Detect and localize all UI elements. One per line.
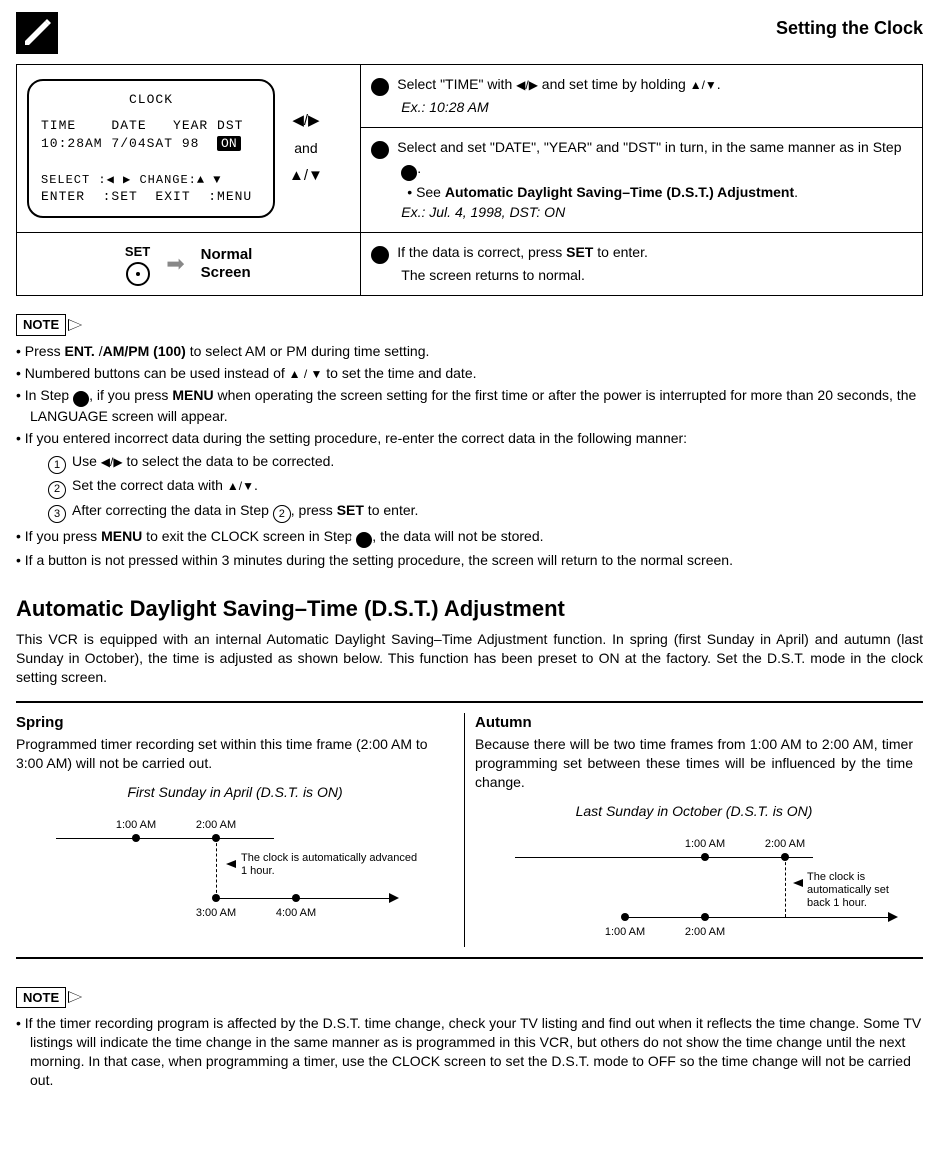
page-title: Setting the Clock [776,16,923,40]
step-3-marker: 3 [371,78,389,96]
substep-2-ref: 2 [273,505,291,523]
spring-text: Programmed timer recording set within th… [16,735,454,773]
osd-help-2: ENTER :SET EXIT :MENU [41,188,261,206]
dst-heading: Automatic Daylight Saving–Time (D.S.T.) … [16,594,923,624]
normal-screen-label: Normal Screen [201,246,253,282]
note-item: If you press MENU to exit the CLOCK scre… [16,527,923,548]
spring-diagram: 1:00 AM 2:00 AM 3:00 AM 4:00 AM The cloc… [16,808,454,928]
procedure-table: CLOCK TIME DATE YEAR DST 10:28AM 7/04SAT… [16,64,923,296]
osd-header-row: TIME DATE YEAR DST [41,117,261,135]
step-4-cell: 4Select and set "DATE", "YEAR" and "DST"… [361,127,923,232]
note-item: Numbered buttons can be used instead of … [16,364,923,383]
step-1-ref: 1 [73,391,89,407]
substep-1-marker: 1 [48,456,66,474]
page-header: Setting the Clock [16,12,923,54]
up-down-icon: ▲/▼ [227,479,254,493]
note-item: Press ENT. /AM/PM (100) to select AM or … [16,342,923,361]
left-right-icon: ◀/▶ [289,111,323,131]
note-item: If a button is not pressed within 3 minu… [16,551,923,570]
button-icon [126,262,150,286]
dst-columns: Spring Programmed timer recording set wi… [16,713,923,947]
divider [16,957,923,959]
substep-2-marker: 2 [48,481,66,499]
autumn-diagram: 1:00 AM 2:00 AM 1:00 AM 2:00 AM The cloc… [475,827,913,947]
note-arrow-icon [68,319,82,331]
step-3-ref: 3 [401,165,417,181]
step-5-cell: 5If the data is correct, press SET to en… [361,233,923,296]
autumn-text: Because there will be two time frames fr… [475,735,913,792]
up-down-icon: ▲ / ▼ [289,367,323,381]
arrow-right-icon: ➡ [166,249,184,279]
up-down-icon: ▲/▼ [289,166,323,186]
left-right-icon: ◀/▶ [101,455,123,469]
set-button-graphic: SET [125,243,150,287]
set-label: SET [125,243,150,261]
set-cell: SET ➡ Normal Screen [17,233,361,296]
step-5-marker: 5 [371,246,389,264]
osd-help-1: SELECT :◀ ▶ CHANGE:▲ ▼ [41,172,261,188]
step-3-example: Ex.: 10:28 AM [371,98,912,117]
osd-cell: CLOCK TIME DATE YEAR DST 10:28AM 7/04SAT… [17,65,361,233]
notes-list-2: If the timer recording program is affect… [16,1014,923,1090]
note-item: If the timer recording program is affect… [16,1014,923,1090]
notes-list-1: Press ENT. /AM/PM (100) to select AM or … [16,342,923,571]
side-controls: ◀/▶ and ▲/▼ [289,111,323,186]
step-5-ref: 5 [356,532,372,548]
dst-spring-col: Spring Programmed timer recording set wi… [16,713,465,947]
dst-intro: This VCR is equipped with an internal Au… [16,630,923,687]
spring-diagram-title: First Sunday in April (D.S.T. is ON) [16,783,454,802]
note-item: If you entered incorrect data during the… [16,429,923,523]
step-5-line2: The screen returns to normal. [371,266,912,285]
and-label: and [289,139,323,158]
up-down-icon: ▲/▼ [690,78,717,92]
note-tag-1: NOTE [16,314,923,336]
osd-title: CLOCK [41,91,261,109]
substep-3-marker: 3 [48,505,66,523]
note-tag-2: NOTE [16,987,923,1009]
autumn-heading: Autumn [475,713,913,733]
dst-autumn-col: Autumn Because there will be two time fr… [465,713,923,947]
step-4-example: Ex.: Jul. 4, 1998, DST: ON [371,203,912,222]
osd-dst-on: ON [217,136,241,151]
left-right-icon: ◀/▶ [516,78,538,92]
step-4-subnote: See Automatic Daylight Saving–Time (D.S.… [371,183,912,202]
autumn-diagram-title: Last Sunday in October (D.S.T. is ON) [475,802,913,821]
spring-heading: Spring [16,713,454,733]
step-4-marker: 4 [371,141,389,159]
osd-screen: CLOCK TIME DATE YEAR DST 10:28AM 7/04SAT… [27,79,275,217]
note-item: In Step 1, if you press MENU when operat… [16,386,923,426]
pencil-icon [16,12,58,54]
note-arrow-icon [68,991,82,1003]
step-3-cell: 3Select "TIME" with ◀/▶ and set time by … [361,65,923,128]
osd-values-row: 10:28AM 7/04SAT 98 ON [41,135,261,153]
divider [16,701,923,703]
